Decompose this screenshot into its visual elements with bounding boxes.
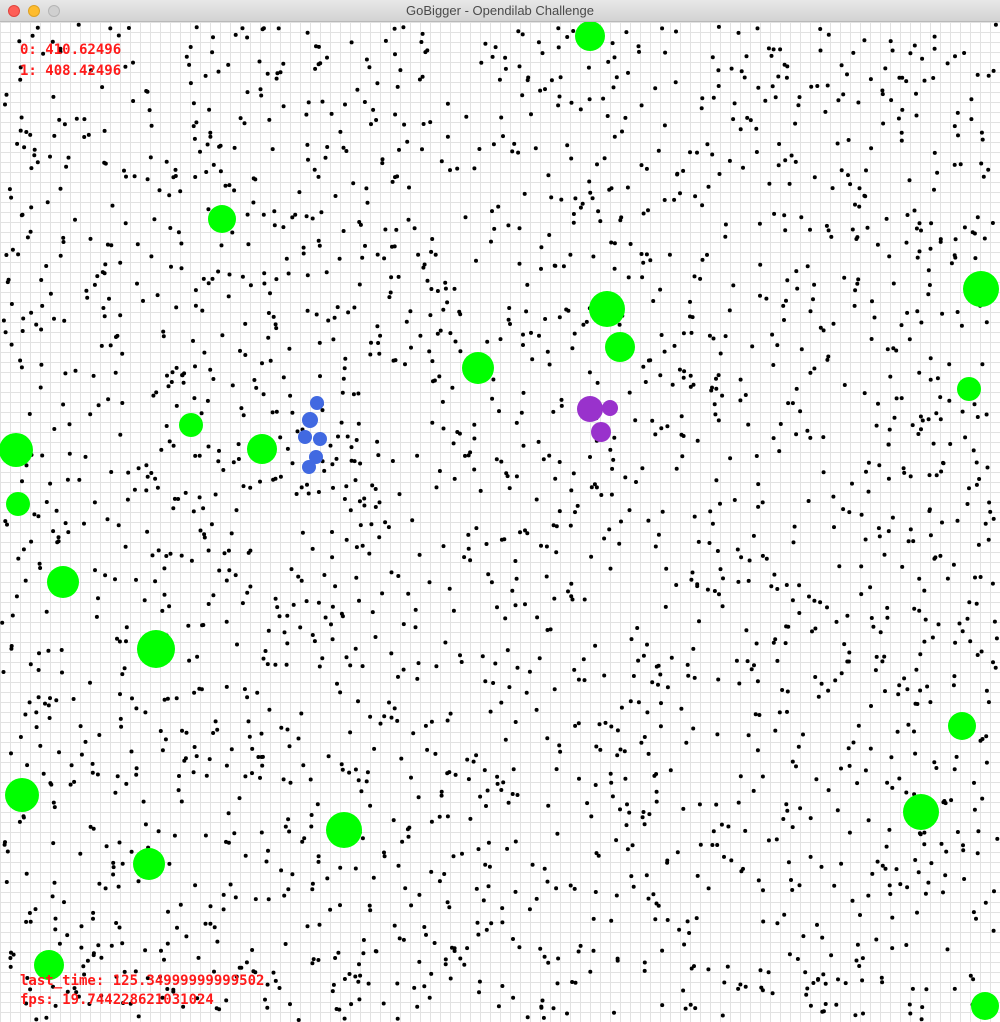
thorn-ball <box>137 630 175 668</box>
thorn-ball <box>957 377 981 401</box>
fps-readout: fps: 19.744228621031024 <box>20 992 214 1008</box>
team-1-clone-ball <box>602 400 618 416</box>
game-canvas[interactable]: 0: 410.62496 1: 408.42496 last_time: 125… <box>0 22 1000 1022</box>
thorn-ball <box>971 992 999 1020</box>
team-0-clone-ball <box>313 432 327 446</box>
thorn-ball <box>589 291 625 327</box>
team-0-clone-ball <box>310 396 324 410</box>
team-0-score: 0: 410.62496 <box>20 42 122 58</box>
app-window: GoBigger - Opendilab Challenge 0: 410.62… <box>0 0 1000 1022</box>
thorn-ball <box>208 205 236 233</box>
team-1-clone-ball <box>591 422 611 442</box>
entity-layer <box>0 22 999 1020</box>
thorn-ball <box>605 332 635 362</box>
last-time-readout: last_time: 125.34999999999502 <box>20 973 265 989</box>
window-title: GoBigger - Opendilab Challenge <box>406 3 594 18</box>
title-bar[interactable]: GoBigger - Opendilab Challenge <box>0 0 1000 22</box>
team-0-clone-ball <box>302 412 318 428</box>
team-1-score: 1: 408.42496 <box>20 63 122 79</box>
thorn-ball <box>575 22 605 51</box>
thorn-ball <box>179 413 203 437</box>
team-1-clone-ball <box>577 396 603 422</box>
thorn-ball <box>963 271 999 307</box>
thorn-ball <box>6 492 30 516</box>
thorn-ball <box>247 434 277 464</box>
thorn-ball <box>948 712 976 740</box>
thorn-ball <box>326 812 362 848</box>
thorn-ball <box>0 433 33 467</box>
thorn-ball <box>47 566 79 598</box>
thorn-ball <box>462 352 494 384</box>
team-0-clone-ball <box>302 460 316 474</box>
thorn-ball <box>5 778 39 812</box>
team-0-clone-ball <box>298 430 312 444</box>
thorn-ball <box>133 848 165 880</box>
thorn-ball <box>903 794 939 830</box>
